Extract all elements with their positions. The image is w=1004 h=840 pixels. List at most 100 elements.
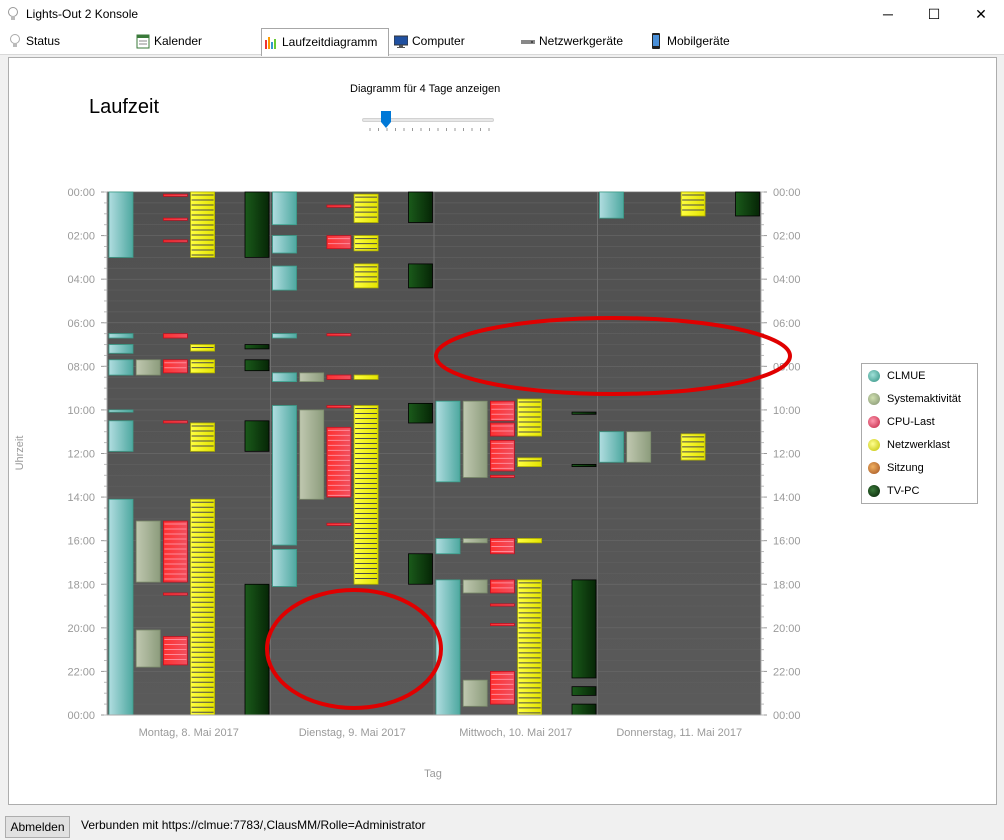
tab-kalender[interactable]: Kalender xyxy=(134,28,202,55)
lightbulb-icon xyxy=(10,34,20,47)
y-tick-label: 00:00 xyxy=(67,710,95,722)
y-tick-label: 14:00 xyxy=(773,492,801,504)
legend-dot xyxy=(868,416,880,428)
tab-computer[interactable]: Computer xyxy=(392,28,465,55)
runtime-bar xyxy=(244,344,270,350)
status-bar: Abmelden Verbunden mit https://clmue:778… xyxy=(0,806,1004,840)
x-tick-label: Montag, 8. Mai 2017 xyxy=(139,727,239,739)
runtime-bar xyxy=(517,538,543,544)
tab-label: Kalender xyxy=(154,34,203,48)
tab-laufzeitdiagramm[interactable]: Laufzeitdiagramm xyxy=(261,28,389,56)
tab-status[interactable]: Status xyxy=(6,28,60,55)
legend-item: Systemaktivität xyxy=(868,391,961,409)
runtime-bar xyxy=(571,463,597,467)
connection-status: Verbunden mit https://clmue:7783/,ClausM… xyxy=(81,818,426,832)
close-button[interactable]: ✕ xyxy=(958,0,1004,28)
maximize-button[interactable]: ☐ xyxy=(911,0,957,28)
y-tick-label: 18:00 xyxy=(67,579,95,591)
runtime-bar xyxy=(571,411,597,415)
legend-dot xyxy=(868,485,880,497)
runtime-bar xyxy=(326,204,352,208)
tab-label: Computer xyxy=(412,34,465,48)
runtime-bar xyxy=(162,333,188,339)
legend-dot xyxy=(868,439,880,451)
tab-netzwerkgeraete[interactable]: Netzwerkgeräte xyxy=(519,28,623,55)
y-tick-label: 20:00 xyxy=(67,623,95,635)
content-panel: Laufzeit Diagramm für 4 Tage anzeigen 00… xyxy=(8,57,997,805)
runtime-bar xyxy=(517,398,543,437)
runtime-bar xyxy=(326,426,352,498)
minimize-button[interactable]: ─ xyxy=(865,0,911,28)
tab-bar: Status Kalender Laufzeitdiagramm Compute… xyxy=(0,28,1004,56)
runtime-bar xyxy=(244,191,270,258)
tab-label: Mobilgeräte xyxy=(667,34,730,48)
runtime-bar xyxy=(680,191,706,217)
tab-label: Netzwerkgeräte xyxy=(539,34,624,48)
y-tick-label: 22:00 xyxy=(67,666,95,678)
y-tick-label: 00:00 xyxy=(773,710,801,722)
runtime-bar xyxy=(272,372,297,382)
legend-item: Sitzung xyxy=(868,460,924,478)
runtime-bar xyxy=(599,191,624,219)
runtime-bar xyxy=(299,372,325,382)
runtime-chart: 00:00 02:00 04:00 06:00 08:00 10:00 12:00 14:00… xyxy=(14,187,801,780)
runtime-bar xyxy=(462,679,488,707)
runtime-bar xyxy=(353,374,379,380)
runtime-bar xyxy=(353,263,379,289)
title-bar: Lights-Out 2 Konsole ─ ☐ ✕ xyxy=(0,0,1004,28)
legend-item: CPU-Last xyxy=(868,414,935,432)
runtime-bar xyxy=(162,239,188,243)
runtime-bar xyxy=(108,420,134,452)
runtime-bar xyxy=(326,235,352,250)
runtime-bar xyxy=(489,474,515,478)
y-tick-label: 16:00 xyxy=(67,536,95,548)
y-tick-label: 06:00 xyxy=(67,318,95,330)
runtime-bar xyxy=(272,235,297,254)
runtime-bar xyxy=(489,440,515,472)
tab-mobilgeraete[interactable]: Mobilgeräte xyxy=(647,28,730,55)
runtime-bar xyxy=(571,686,597,696)
runtime-bar xyxy=(599,431,624,463)
runtime-bar xyxy=(162,193,188,197)
legend-label: Netzwerklast xyxy=(887,439,950,451)
logout-button[interactable]: Abmelden xyxy=(5,816,70,838)
runtime-bar xyxy=(108,191,134,258)
runtime-bar xyxy=(408,263,433,289)
runtime-bar xyxy=(244,420,270,452)
x-tick-label: Dienstag, 9. Mai 2017 xyxy=(299,727,406,739)
runtime-bar xyxy=(108,498,134,716)
y-tick-label: 10:00 xyxy=(773,405,801,417)
runtime-bar xyxy=(299,409,325,500)
runtime-bar xyxy=(326,333,352,337)
y-axis-title: Uhrzeit xyxy=(14,436,26,471)
y-tick-label: 18:00 xyxy=(773,579,801,591)
runtime-bar xyxy=(162,520,188,583)
runtime-bar xyxy=(162,592,188,596)
runtime-bar xyxy=(272,405,297,546)
y-tick-label: 00:00 xyxy=(67,187,95,199)
runtime-bar xyxy=(353,193,379,223)
runtime-bar xyxy=(272,265,297,291)
runtime-bar xyxy=(326,522,352,526)
runtime-bar xyxy=(108,333,134,339)
runtime-bar xyxy=(435,400,461,483)
runtime-bar xyxy=(435,538,461,555)
y-tick-label: 04:00 xyxy=(773,274,801,286)
runtime-bar xyxy=(162,420,188,424)
runtime-bar xyxy=(162,636,188,666)
runtime-bar xyxy=(108,409,134,413)
runtime-bar xyxy=(408,191,433,223)
legend-dot xyxy=(868,370,880,382)
runtime-bar xyxy=(135,629,161,668)
y-tick-label: 10:00 xyxy=(67,405,95,417)
window-title: Lights-Out 2 Konsole xyxy=(26,7,139,21)
lightbulb-icon xyxy=(8,7,18,20)
bar-chart-icon xyxy=(265,37,276,49)
mobile-phone-icon xyxy=(652,33,660,49)
y-tick-label: 02:00 xyxy=(773,231,801,243)
y-tick-label: 12:00 xyxy=(773,449,801,461)
runtime-bar xyxy=(735,191,760,217)
runtime-bar xyxy=(489,623,515,627)
legend-dot xyxy=(868,393,880,405)
runtime-bar xyxy=(489,422,515,437)
